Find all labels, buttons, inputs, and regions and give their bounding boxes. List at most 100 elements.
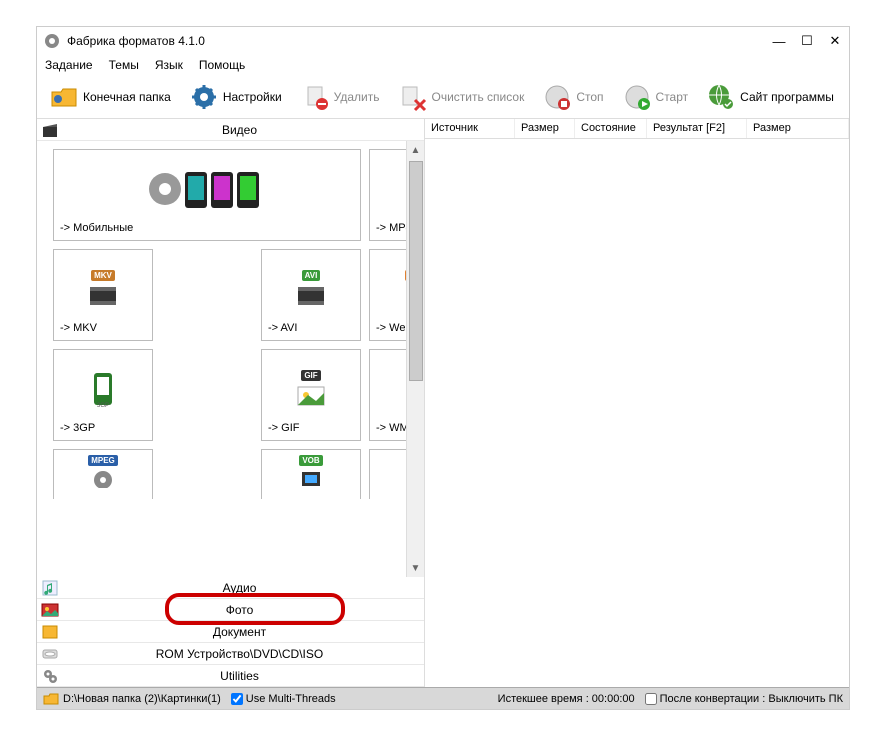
3gp-icon: 3GP (60, 356, 146, 422)
mp4-icon: MP4 (376, 156, 406, 222)
format-vob[interactable]: VOB (261, 449, 361, 499)
mkv-icon: MKV (60, 256, 146, 322)
document-icon (41, 623, 59, 641)
music-note-icon (41, 579, 59, 597)
stop-button[interactable]: Стоп (536, 80, 609, 114)
gif-icon: GIF (268, 356, 354, 422)
start-button[interactable]: Старт (616, 80, 695, 114)
settings-button[interactable]: Настройки (183, 80, 288, 114)
format-mobile-label: -> Мобильные (60, 222, 133, 234)
after-convert-option[interactable]: После конвертации : Выключить ПК (645, 693, 843, 705)
category-document[interactable]: Документ (37, 621, 424, 643)
category-rom[interactable]: ROM Устройство\DVD\CD\ISO (37, 643, 424, 665)
file-list-body[interactable] (425, 139, 849, 687)
window-controls: — ☐ ✕ (771, 33, 843, 49)
wmv-icon: WMV (376, 356, 406, 422)
output-path[interactable]: D:\Новая папка (2)\Картинки(1) (43, 692, 221, 706)
col-source[interactable]: Источник (425, 119, 515, 138)
clear-icon (397, 82, 427, 112)
webm-icon: webm (376, 256, 406, 322)
category-utilities[interactable]: Utilities (37, 665, 424, 687)
window-title: Фабрика форматов 4.1.0 (67, 34, 205, 48)
titlebar: Фабрика форматов 4.1.0 — ☐ ✕ (37, 27, 849, 55)
site-label: Сайт программы (740, 90, 834, 104)
vob-icon: VOB (268, 450, 354, 493)
format-grid-area: -> Мобильные MP4 -> MP4 MKV (37, 141, 424, 577)
scroll-up-button[interactable]: ▲ (407, 141, 424, 159)
avi-icon: AVI (268, 256, 354, 322)
toolbar: Конечная папка Настройки Удалить Очистит… (37, 75, 849, 119)
category-document-label: Документ (59, 625, 420, 639)
globe-icon (706, 82, 736, 112)
format-gif[interactable]: GIF -> GIF (261, 349, 361, 441)
dest-folder-label: Конечная папка (83, 90, 171, 104)
folder-icon (49, 82, 79, 112)
site-button[interactable]: Сайт программы (700, 80, 840, 114)
delete-label: Удалить (334, 90, 380, 104)
scroll-thumb[interactable] (409, 161, 423, 381)
gear-icon (189, 82, 219, 112)
format-wmv-label: -> WMV (376, 422, 406, 434)
scroll-down-button[interactable]: ▼ (407, 559, 424, 577)
format-3gp[interactable]: 3GP -> 3GP (53, 349, 153, 441)
col-state[interactable]: Состояние (575, 119, 647, 138)
output-path-text: D:\Новая папка (2)\Картинки(1) (63, 693, 221, 705)
format-mp4-label: -> MP4 (376, 222, 406, 234)
col-size2[interactable]: Размер (747, 119, 849, 138)
start-icon (622, 82, 652, 112)
stop-icon (542, 82, 572, 112)
format-mov[interactable]: MOV (369, 449, 406, 499)
format-avi-label: -> AVI (268, 322, 297, 334)
format-mp4[interactable]: MP4 -> MP4 (369, 149, 406, 241)
delete-icon (300, 82, 330, 112)
format-mobile[interactable]: -> Мобильные (53, 149, 361, 241)
stop-label: Стоп (576, 90, 603, 104)
format-avi[interactable]: AVI -> AVI (261, 249, 361, 341)
menubar: Задание Темы Язык Помощь (37, 55, 849, 75)
col-result[interactable]: Результат [F2] (647, 119, 747, 138)
dest-folder-button[interactable]: Конечная папка (43, 80, 177, 114)
menu-lang[interactable]: Язык (155, 58, 183, 72)
format-mkv-label: -> MKV (60, 322, 97, 334)
delete-button[interactable]: Удалить (294, 80, 386, 114)
category-audio-label: Аудио (59, 581, 420, 595)
format-mpeg[interactable]: MPEG (53, 449, 153, 499)
category-video-label: Видео (59, 123, 420, 137)
file-list-panel: Источник Размер Состояние Результат [F2]… (425, 119, 849, 687)
category-audio[interactable]: Аудио (37, 577, 424, 599)
statusbar: D:\Новая папка (2)\Картинки(1) Use Multi… (37, 687, 849, 709)
clear-list-button[interactable]: Очистить список (391, 80, 530, 114)
after-convert-checkbox[interactable] (645, 693, 657, 705)
multithread-option[interactable]: Use Multi-Threads (231, 693, 336, 705)
svg-text:3GP: 3GP (97, 403, 109, 409)
format-webm[interactable]: webm -> WebM (369, 249, 406, 341)
settings-label: Настройки (223, 90, 282, 104)
maximize-button[interactable]: ☐ (799, 33, 815, 49)
col-size[interactable]: Размер (515, 119, 575, 138)
list-header: Источник Размер Состояние Результат [F2]… (425, 119, 849, 139)
photo-icon (41, 601, 59, 619)
multithread-label: Use Multi-Threads (246, 693, 336, 705)
menu-help[interactable]: Помощь (199, 58, 245, 72)
format-wmv[interactable]: WMV -> WMV (369, 349, 406, 441)
start-label: Старт (656, 90, 689, 104)
format-webm-label: -> WebM (376, 322, 406, 334)
mpeg-icon: MPEG (60, 450, 146, 493)
mobile-devices-icon (60, 156, 354, 222)
format-gif-label: -> GIF (268, 422, 299, 434)
menu-themes[interactable]: Темы (109, 58, 139, 72)
clear-list-label: Очистить список (431, 90, 524, 104)
format-scrollbar[interactable]: ▲ ▼ (406, 141, 424, 577)
folder-icon (43, 692, 59, 706)
disc-drive-icon (41, 645, 59, 663)
elapsed-time: Истекшее время : 00:00:00 (498, 693, 635, 705)
category-video[interactable]: Видео (37, 119, 424, 141)
close-button[interactable]: ✕ (827, 33, 843, 49)
app-icon (43, 32, 61, 50)
category-photo[interactable]: Фото (37, 599, 424, 621)
multithread-checkbox[interactable] (231, 693, 243, 705)
format-mkv[interactable]: MKV -> MKV (53, 249, 153, 341)
menu-task[interactable]: Задание (45, 58, 93, 72)
minimize-button[interactable]: — (771, 33, 787, 49)
app-window: Фабрика форматов 4.1.0 — ☐ ✕ Задание Тем… (36, 26, 850, 710)
